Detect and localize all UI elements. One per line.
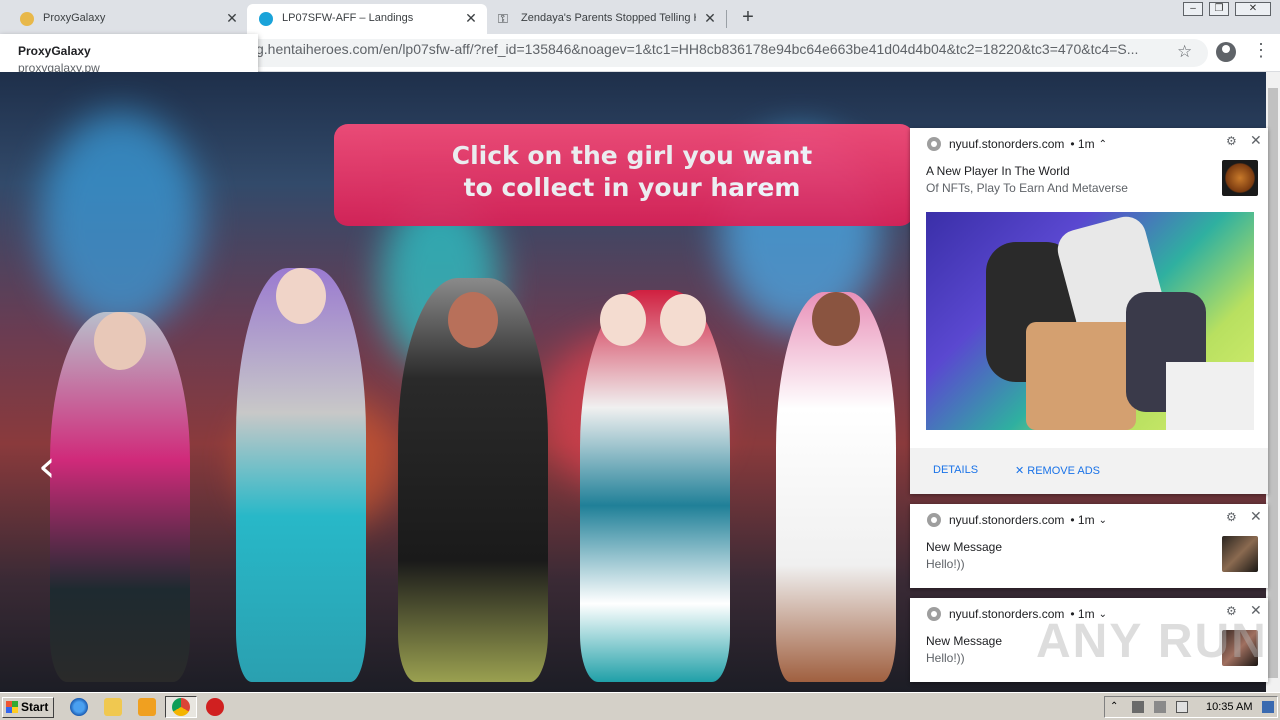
character-head [94, 312, 146, 370]
notification-message: Hello!)) [926, 651, 965, 665]
stop-icon[interactable] [206, 698, 224, 716]
chrome-icon [927, 137, 941, 151]
flag-icon[interactable] [1176, 701, 1188, 713]
tab-title: LP07SFW-AFF – Landings [282, 12, 414, 24]
chevron-down-icon[interactable]: ⌄ [1099, 515, 1107, 526]
remove-ads-button[interactable]: ✕ REMOVE ADS [1015, 464, 1100, 477]
banner-text: Click on the girl you want to collect in… [334, 140, 930, 204]
notification-source: nyuuf.stonorders.com • 1m ⌄ [927, 513, 1107, 527]
tab-separator [726, 10, 727, 28]
landings-favicon-icon [259, 12, 273, 26]
character-head [276, 268, 326, 324]
notification-ad-image[interactable] [926, 212, 1254, 430]
previous-arrow-icon[interactable]: ‹ [38, 444, 68, 490]
network-icon[interactable] [1154, 701, 1166, 713]
close-tab-icon[interactable]: ✕ [224, 10, 240, 26]
notification-title: New Message [926, 634, 1003, 648]
details-button[interactable]: DETAILS [933, 464, 978, 476]
notification-message: Of NFTs, Play To Earn And Metaverse [926, 181, 1128, 195]
folder-icon[interactable] [104, 698, 122, 716]
girl-character-5[interactable] [776, 292, 896, 682]
chrome-icon [927, 513, 941, 527]
instruction-banner: Click on the girl you want to collect in… [334, 124, 914, 226]
close-notification-icon[interactable]: ✕ [1250, 508, 1262, 525]
close-tab-icon[interactable]: ✕ [463, 10, 479, 26]
girl-character-2[interactable] [236, 268, 366, 682]
volume-icon[interactable] [1132, 701, 1144, 713]
tab-title: Zendaya's Parents Stopped Telling H [521, 12, 696, 24]
start-label: Start [21, 700, 49, 714]
settings-gear-icon[interactable]: ⚙ [1226, 510, 1237, 524]
close-window-button[interactable]: ✕ [1235, 2, 1271, 16]
chevron-up-icon[interactable]: ⌃ [1110, 701, 1122, 713]
proxygalaxy-favicon-icon [20, 12, 34, 26]
hover-card-title: ProxyGalaxy [18, 44, 91, 58]
chrome-icon[interactable] [172, 698, 190, 716]
notification-age: • 1m [1070, 137, 1095, 151]
notification-title: New Message [926, 540, 1003, 554]
notification-thumbnail [1222, 536, 1258, 572]
notification-domain: nyuuf.stonorders.com [949, 513, 1065, 527]
show-desktop-icon[interactable] [1262, 701, 1274, 713]
notification-message: Hello!)) [926, 557, 965, 571]
windows-logo-icon [6, 701, 18, 713]
chrome-icon [927, 607, 941, 621]
character-head [812, 292, 860, 346]
taskbar-clock: 10:35 AM [1206, 701, 1253, 713]
banner-line-2: to collect in your harem [463, 173, 801, 202]
notification-age: • 1m [1070, 513, 1095, 527]
chevron-up-icon[interactable]: ⌃ [1099, 139, 1107, 150]
background-light [40, 112, 200, 332]
page-scrollbar[interactable] [1266, 72, 1280, 692]
media-player-icon[interactable] [138, 698, 156, 716]
tab-title: ProxyGalaxy [43, 12, 106, 24]
notification-expanded[interactable]: nyuuf.stonorders.com • 1m ⌃ ⚙ ✕ A New Pl… [910, 128, 1268, 494]
image-shape [1026, 322, 1136, 430]
notification-title: A New Player In The World [926, 164, 1070, 178]
notification-domain: nyuuf.stonorders.com [949, 137, 1065, 151]
tab-proxygalaxy[interactable]: ProxyGalaxy ✕ [0, 4, 246, 34]
menu-kebab-icon[interactable]: ⋮ [1252, 40, 1270, 61]
scrollbar-thumb[interactable] [1268, 88, 1278, 678]
key-icon: ⚿ [498, 11, 508, 26]
close-notification-icon[interactable]: ✕ [1250, 132, 1262, 149]
character-head [660, 294, 706, 346]
new-tab-button[interactable]: + [737, 6, 759, 28]
internet-explorer-icon[interactable] [70, 698, 88, 716]
tab-strip: ProxyGalaxy ✕ LP07SFW-AFF – Landings ✕ ⚿… [0, 0, 1280, 34]
windows-taskbar: Start ⌃ 10:35 AM [0, 692, 1280, 720]
address-url[interactable]: g.hentaiheroes.com/en/lp07sfw-aff/?ref_i… [256, 41, 1162, 57]
notification-actions: DETAILS ✕ REMOVE ADS [910, 448, 1268, 494]
notification-collapsed[interactable]: nyuuf.stonorders.com • 1m ⌄ ⚙ ✕ New Mess… [910, 504, 1268, 588]
character-head [448, 292, 498, 348]
notification-source: nyuuf.stonorders.com • 1m ⌃ [927, 137, 1107, 151]
tab-zendaya[interactable]: ⚿ Zendaya's Parents Stopped Telling H ✕ [488, 4, 726, 34]
maximize-button[interactable]: ❐ [1209, 2, 1229, 16]
girl-character-3[interactable] [398, 278, 548, 682]
start-button[interactable]: Start [2, 697, 54, 718]
girl-character-1[interactable] [50, 312, 190, 682]
girl-character-4[interactable] [580, 290, 730, 682]
banner-line-1: Click on the girl you want [451, 141, 813, 170]
image-shape [1166, 362, 1254, 430]
tab-landings[interactable]: LP07SFW-AFF – Landings ✕ [247, 4, 487, 34]
profile-avatar-icon[interactable] [1216, 42, 1236, 62]
minimize-button[interactable]: ‒ [1183, 2, 1203, 16]
settings-gear-icon[interactable]: ⚙ [1226, 134, 1237, 148]
bookmark-star-icon[interactable]: ☆ [1177, 42, 1192, 62]
character-head [600, 294, 646, 346]
bitcoin-thumbnail [1222, 160, 1258, 196]
close-tab-icon[interactable]: ✕ [702, 10, 718, 26]
anyrun-watermark: ANY RUN [1036, 615, 1268, 668]
